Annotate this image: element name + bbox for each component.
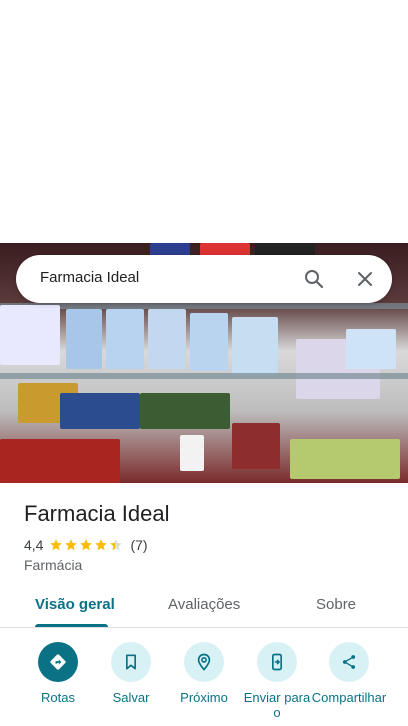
- save-button[interactable]: Salvar: [91, 642, 171, 705]
- star-icon: [95, 539, 108, 551]
- search-bar[interactable]: Farmacia Ideal: [16, 255, 392, 303]
- directions-icon: [38, 642, 78, 682]
- share-icon: [329, 642, 369, 682]
- review-count[interactable]: (7): [130, 537, 147, 553]
- search-icon[interactable]: [302, 267, 326, 291]
- tab-overview[interactable]: Visão geral: [35, 596, 115, 613]
- directions-label: Rotas: [41, 690, 75, 705]
- rating-row[interactable]: 4,4 (7): [24, 537, 148, 553]
- share-button[interactable]: Compartilhar: [309, 642, 389, 705]
- place-title: Farmacia Ideal: [24, 501, 170, 526]
- save-label: Salvar: [112, 690, 150, 705]
- nearby-label: Próximo: [180, 690, 228, 705]
- search-query[interactable]: Farmacia Ideal: [40, 269, 139, 286]
- tab-reviews[interactable]: Avaliações: [168, 596, 240, 613]
- rating-stars: [49, 538, 124, 552]
- star-icon: [110, 539, 123, 551]
- rating-value: 4,4: [24, 537, 44, 553]
- tab-about[interactable]: Sobre: [316, 596, 356, 613]
- tab-bar: Visão geral Avaliações Sobre: [0, 586, 408, 628]
- star-icon: [50, 539, 63, 551]
- place-page: Farmacia Ideal Farmacia Ideal 4,4 (7) Fa…: [0, 0, 408, 726]
- close-icon[interactable]: [353, 267, 377, 291]
- share-label: Compartilhar: [311, 690, 387, 705]
- directions-button[interactable]: Rotas: [18, 642, 98, 705]
- send-to-phone-icon: [257, 642, 297, 682]
- bookmark-icon: [111, 642, 151, 682]
- star-icon: [65, 539, 78, 551]
- send-to-phone-label: Enviar para o: [243, 690, 311, 720]
- place-category[interactable]: Farmácia: [24, 557, 82, 573]
- nearby-button[interactable]: Próximo: [164, 642, 244, 705]
- star-icon: [80, 539, 93, 551]
- active-tab-indicator: [35, 624, 108, 627]
- nearby-icon: [184, 642, 224, 682]
- send-to-phone-button[interactable]: Enviar para o: [237, 642, 317, 720]
